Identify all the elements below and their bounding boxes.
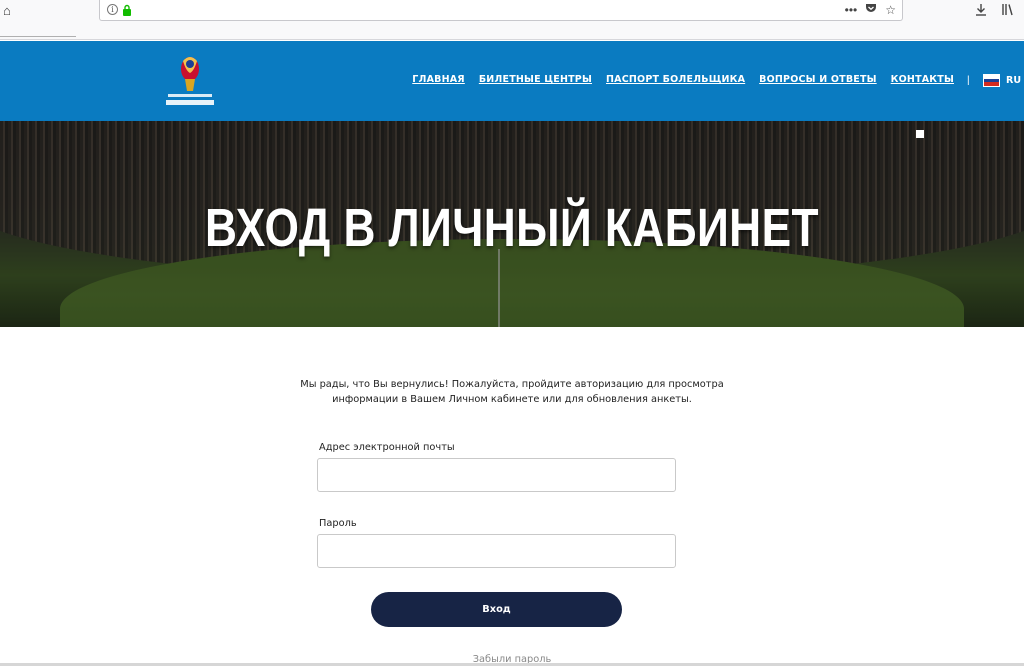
slider-indicator[interactable] — [916, 130, 924, 138]
page-title: ВХОД В ЛИЧНЫЙ КАБИНЕТ — [205, 198, 819, 258]
email-field[interactable] — [317, 458, 676, 492]
site-header: ГЛАВНАЯ БИЛЕТНЫЕ ЦЕНТРЫ ПАСПОРТ БОЛЕЛЬЩИ… — [0, 41, 1024, 121]
russia-flag-icon — [983, 74, 1000, 87]
pocket-icon[interactable] — [865, 2, 877, 18]
hero-banner: ВХОД В ЛИЧНЫЙ КАБИНЕТ — [0, 121, 1024, 327]
language-switcher[interactable]: RU — [983, 74, 1021, 87]
nav-faq[interactable]: ВОПРОСЫ И ОТВЕТЫ — [759, 74, 877, 85]
download-icon[interactable] — [975, 3, 987, 19]
lock-icon — [123, 4, 131, 16]
url-bar[interactable]: i ••• ☆ — [99, 0, 903, 21]
browser-toolbar: ⌂ i ••• ☆ — [0, 0, 1024, 40]
intro-line-1: Мы рады, что Вы вернулись! Пожалуйста, п… — [300, 379, 724, 390]
flag-stripe-red — [984, 82, 999, 87]
language-label: RU — [1006, 75, 1022, 86]
nav-fan-id[interactable]: ПАСПОРТ БОЛЕЛЬЩИКА — [606, 74, 745, 85]
nav-home[interactable]: ГЛАВНАЯ — [412, 74, 465, 85]
intro-line-2: информации в Вашем Личном кабинете или д… — [332, 394, 692, 405]
home-icon[interactable]: ⌂ — [3, 4, 17, 18]
library-icon[interactable] — [1001, 3, 1014, 19]
info-icon[interactable]: i — [107, 4, 118, 15]
email-label: Адрес электронной почты — [319, 442, 455, 453]
nav-separator: | — [967, 75, 970, 86]
world-cup-logo[interactable] — [164, 51, 216, 109]
nav-contacts[interactable]: КОНТАКТЫ — [891, 74, 954, 85]
main-nav: ГЛАВНАЯ БИЛЕТНЫЕ ЦЕНТРЫ ПАСПОРТ БОЛЕЛЬЩИ… — [412, 74, 954, 85]
intro-text: Мы рады, что Вы вернулись! Пожалуйста, п… — [300, 377, 724, 407]
password-label: Пароль — [319, 518, 357, 529]
nav-ticket-centers[interactable]: БИЛЕТНЫЕ ЦЕНТРЫ — [479, 74, 592, 85]
password-field[interactable] — [317, 534, 676, 568]
login-button[interactable]: Вход — [371, 592, 622, 627]
more-icon[interactable]: ••• — [845, 2, 858, 18]
tab-divider — [0, 36, 76, 37]
star-icon[interactable]: ☆ — [885, 2, 896, 18]
